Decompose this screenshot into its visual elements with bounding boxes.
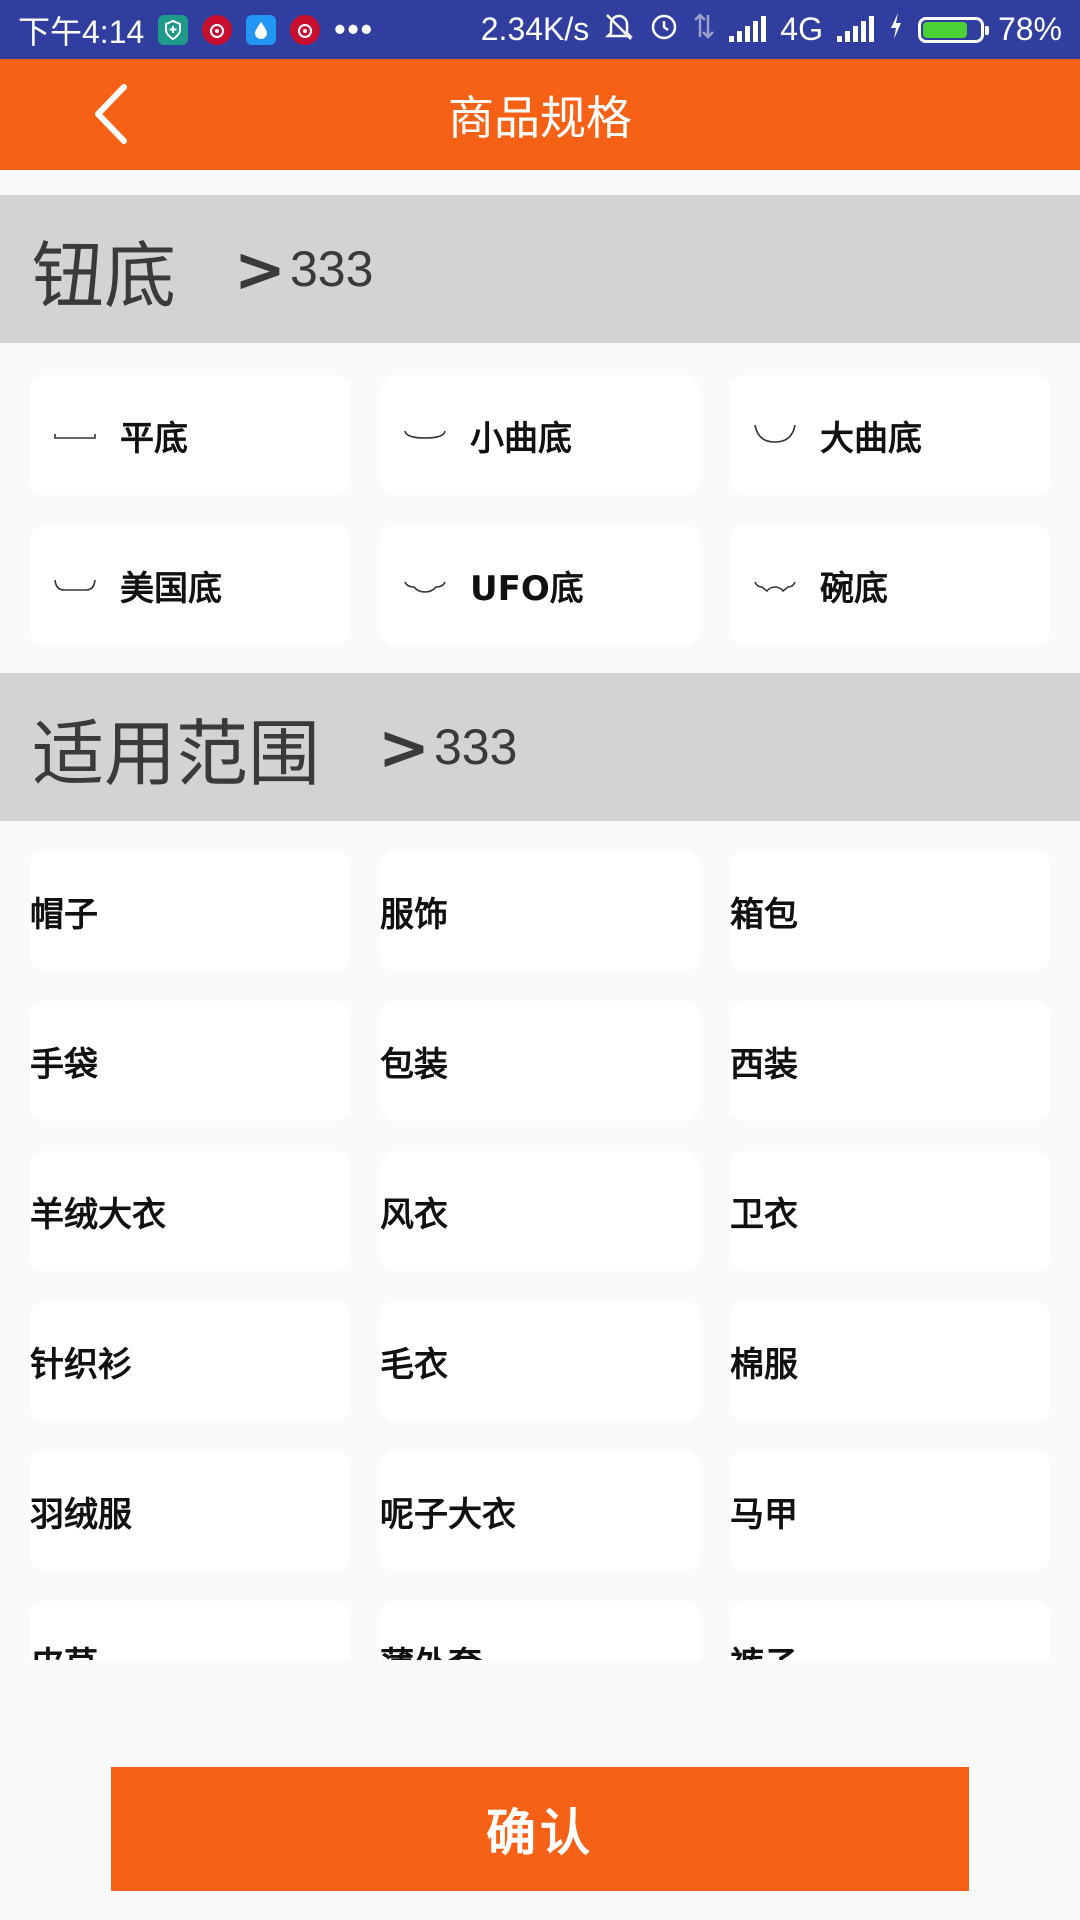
option-label: 手袋 (30, 1044, 98, 1085)
section-count: 333 (433, 719, 518, 775)
section-count: 333 (289, 241, 374, 297)
app-bar: 商品规格 (0, 59, 1080, 170)
option-label: 薄外套 (380, 1637, 482, 1661)
option-sweater[interactable]: 毛衣 (380, 1301, 700, 1421)
option-hoodie[interactable]: 卫衣 (730, 1151, 1050, 1271)
netease-music-icon (202, 14, 233, 45)
option-trench-coat[interactable]: 风衣 (380, 1151, 700, 1271)
battery-percent: 78% (997, 11, 1062, 47)
option-fur[interactable]: 皮草 (30, 1601, 350, 1660)
option-label: 皮草 (30, 1637, 98, 1661)
netease-music-icon-2 (290, 14, 321, 45)
status-left: 下午4:14 ••• (18, 7, 374, 53)
alarm-icon (649, 11, 679, 49)
page-title: 商品规格 (448, 90, 632, 145)
scope-options-grid: 帽子 服饰 箱包 手袋 包装 西装 羊绒大衣 风衣 卫衣 针织衫 毛衣 棉服 羽… (30, 851, 1050, 1660)
water-drop-app-icon (246, 14, 277, 45)
option-vest[interactable]: 马甲 (730, 1451, 1050, 1571)
ufo-bottom-icon (404, 581, 446, 593)
large-curve-bottom-icon (754, 424, 796, 443)
option-label: 服饰 (380, 894, 448, 935)
signal-strength-icon (729, 15, 767, 42)
option-cotton-padded[interactable]: 棉服 (730, 1301, 1050, 1421)
mute-vibrate-icon (603, 11, 635, 49)
battery-fill (922, 21, 967, 38)
signal-strength-icon-2 (836, 15, 874, 42)
spec-content[interactable]: 钮底 > 333 平底 小曲底 大曲底 美国底 UFO底 碗底 适用范围 > 3… (0, 170, 1080, 1660)
option-ufo-bottom[interactable]: UFO底 (380, 525, 700, 645)
option-label: 小曲底 (470, 418, 572, 459)
option-large-curve-bottom[interactable]: 大曲底 (730, 375, 1050, 495)
bowl-bottom-icon (754, 581, 796, 593)
option-label: 针织衫 (30, 1344, 132, 1385)
flat-bottom-icon (54, 434, 96, 439)
option-slight-curve-bottom[interactable]: 小曲底 (380, 375, 700, 495)
section-title: 适用范围 (32, 711, 321, 796)
option-label: 碗底 (820, 568, 888, 609)
option-label: 大曲底 (820, 418, 922, 459)
option-label: 箱包 (730, 894, 798, 935)
option-cashmere-coat[interactable]: 羊绒大衣 (30, 1151, 350, 1271)
shield-app-icon (158, 14, 189, 45)
option-label: 棉服 (730, 1344, 798, 1385)
american-bottom-icon (54, 579, 96, 591)
section-arrow-icon: > (378, 710, 430, 784)
option-luggage[interactable]: 箱包 (730, 851, 1050, 971)
option-label: 卫衣 (730, 1194, 798, 1235)
option-handbag[interactable]: 手袋 (30, 1001, 350, 1121)
more-notifications-icon: ••• (334, 11, 374, 47)
option-label: 平底 (120, 418, 188, 459)
option-label: 羽绒服 (30, 1494, 132, 1535)
option-trousers[interactable]: 裤子 (730, 1601, 1050, 1660)
section-arrow-icon: > (234, 232, 286, 306)
option-label: 美国底 (120, 568, 222, 609)
slight-curve-bottom-icon (404, 430, 446, 439)
option-flat-bottom[interactable]: 平底 (30, 375, 350, 495)
option-label: 呢子大衣 (380, 1494, 516, 1535)
section-header-button-base: 钮底 > 333 (0, 195, 1080, 343)
charging-icon (888, 11, 904, 49)
status-bar: 下午4:14 ••• 2.34K/s 4G 78% (0, 0, 1080, 59)
option-label: 西装 (730, 1044, 798, 1085)
option-label: 裤子 (730, 1637, 798, 1661)
option-label: 风衣 (380, 1194, 448, 1235)
option-label: 毛衣 (380, 1344, 448, 1385)
confirm-button[interactable]: 确认 (111, 1767, 969, 1891)
option-american-bottom[interactable]: 美国底 (30, 525, 350, 645)
option-down-jacket[interactable]: 羽绒服 (30, 1451, 350, 1571)
option-bowl-bottom[interactable]: 碗底 (730, 525, 1050, 645)
option-hat[interactable]: 帽子 (30, 851, 350, 971)
option-label: 帽子 (30, 894, 98, 935)
option-label: UFO底 (470, 568, 584, 609)
network-speed: 2.34K/s (480, 11, 590, 47)
status-time: 下午4:14 (18, 13, 145, 50)
network-type: 4G (780, 11, 823, 47)
data-transfer-icon (693, 11, 715, 49)
option-wool-coat[interactable]: 呢子大衣 (380, 1451, 700, 1571)
status-right: 2.34K/s 4G 78% (481, 11, 1062, 49)
option-label: 马甲 (730, 1494, 798, 1535)
option-knitwear[interactable]: 针织衫 (30, 1301, 350, 1421)
option-apparel[interactable]: 服饰 (380, 851, 700, 971)
button-base-options-grid: 平底 小曲底 大曲底 美国底 UFO底 碗底 (30, 375, 1050, 645)
option-suit[interactable]: 西装 (730, 1001, 1050, 1121)
section-title: 钮底 (32, 233, 177, 318)
option-packaging[interactable]: 包装 (380, 1001, 700, 1121)
option-light-jacket[interactable]: 薄外套 (380, 1601, 700, 1660)
battery-icon (917, 16, 989, 43)
option-label: 包装 (380, 1044, 448, 1085)
option-label: 羊绒大衣 (30, 1194, 166, 1235)
section-header-scope: 适用范围 > 333 (0, 673, 1080, 821)
